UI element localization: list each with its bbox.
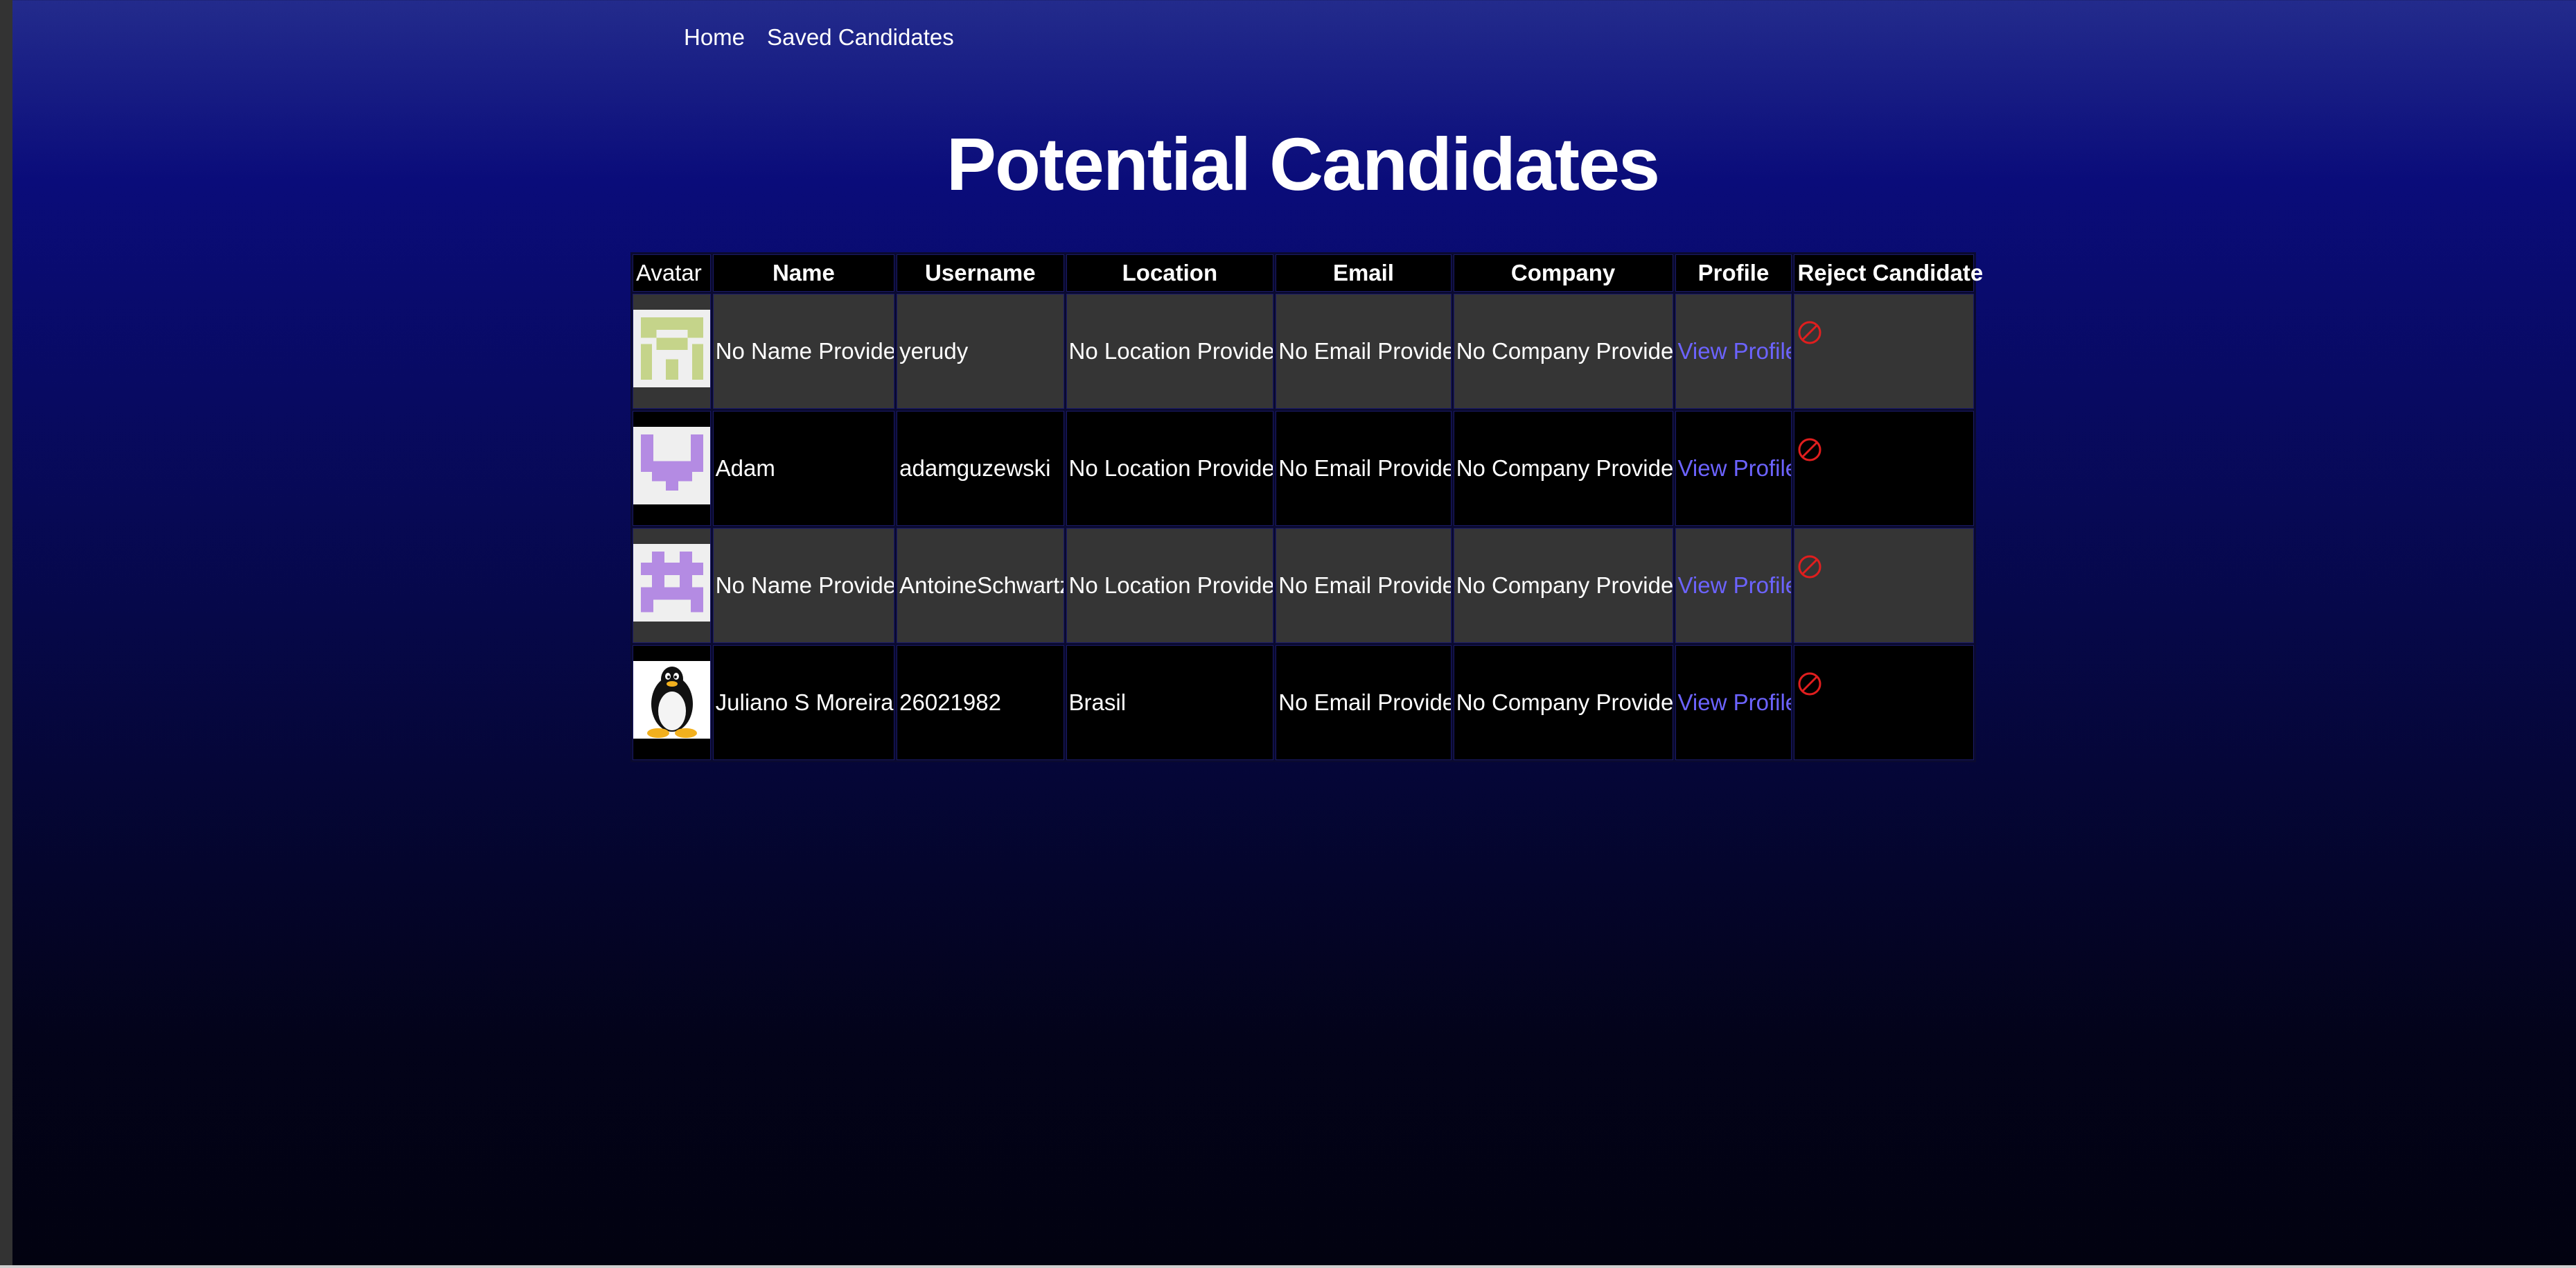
reject-cell [1794, 411, 1974, 526]
candidate-company: No Company Provided [1453, 411, 1673, 526]
candidate-name: Juliano S Moreira [712, 645, 895, 760]
prohibited-icon[interactable] [1797, 437, 1971, 463]
candidate-email: No Email Provided [1276, 528, 1452, 643]
view-profile-link[interactable]: View Profile [1678, 338, 1792, 364]
header-profile: Profile [1675, 254, 1792, 292]
candidate-username: yerudy [897, 294, 1064, 409]
identicon-purple-avatar [633, 427, 710, 504]
candidate-username: 26021982 [897, 645, 1064, 760]
prohibited-icon[interactable] [1797, 671, 1971, 697]
page-title: Potential Candidates [946, 122, 1660, 206]
candidate-location: Brasil [1066, 645, 1274, 760]
candidate-name: No Name Provided [712, 528, 895, 643]
candidates-table: Avatar Name Username Location Email Comp… [630, 252, 1983, 762]
table-header-row: Avatar Name Username Location Email Comp… [633, 254, 1983, 292]
candidate-location: No Location Provided [1066, 411, 1274, 526]
view-profile-link[interactable]: View Profile [1678, 455, 1792, 481]
reject-cell [1794, 645, 1974, 760]
table-row: No Name Provided AntoineSchwartz No Loca… [633, 528, 1974, 643]
header-email: Email [1276, 254, 1452, 292]
view-profile-link[interactable]: View Profile [1678, 689, 1792, 715]
window-bottom-edge [0, 1265, 2576, 1268]
header-reject-candidate: Reject Candidate [1794, 254, 1983, 292]
candidate-company: No Company Provided [1453, 528, 1673, 643]
profile-cell: View Profile [1675, 528, 1792, 643]
header-username: Username [897, 254, 1064, 292]
candidate-location: No Location Provided [1066, 528, 1274, 643]
reject-cell [1794, 294, 1974, 409]
avatar-cell [633, 528, 711, 643]
identicon-green-avatar [633, 310, 710, 387]
table-row: No Name Provided yerudy No Location Prov… [633, 294, 1974, 409]
candidate-username: AntoineSchwartz [897, 528, 1064, 643]
header-company: Company [1453, 254, 1673, 292]
avatar-cell [633, 294, 711, 409]
profile-cell: View Profile [1675, 411, 1792, 526]
profile-cell: View Profile [1675, 645, 1792, 760]
candidate-email: No Email Provided [1276, 411, 1452, 526]
reject-cell [1794, 528, 1974, 643]
candidate-company: No Company Provided [1453, 294, 1673, 409]
top-nav: Home Saved Candidates [684, 24, 976, 51]
penguin-avatar [633, 661, 710, 739]
header-location: Location [1066, 254, 1274, 292]
prohibited-icon[interactable] [1797, 554, 1971, 580]
header-name: Name [712, 254, 895, 292]
candidate-email: No Email Provided [1276, 645, 1452, 760]
candidate-location: No Location Provided [1066, 294, 1274, 409]
candidate-company: No Company Provided [1453, 645, 1673, 760]
candidate-username: adamguzewski [897, 411, 1064, 526]
header-avatar: Avatar [633, 254, 711, 292]
candidate-email: No Email Provided [1276, 294, 1452, 409]
avatar-cell [633, 645, 711, 760]
identicon-purple-avatar [633, 544, 710, 622]
profile-cell: View Profile [1675, 294, 1792, 409]
avatar-cell [633, 411, 711, 526]
nav-home-link[interactable]: Home [684, 24, 745, 51]
prohibited-icon[interactable] [1797, 319, 1971, 346]
nav-saved-candidates-link[interactable]: Saved Candidates [767, 24, 954, 51]
candidate-name: Adam [712, 411, 895, 526]
view-profile-link[interactable]: View Profile [1678, 572, 1792, 598]
table-row: Adam adamguzewski No Location Provided N… [633, 411, 1974, 526]
table-row: Juliano S Moreira 26021982 Brasil No Ema… [633, 645, 1974, 760]
candidate-name: No Name Provided [712, 294, 895, 409]
